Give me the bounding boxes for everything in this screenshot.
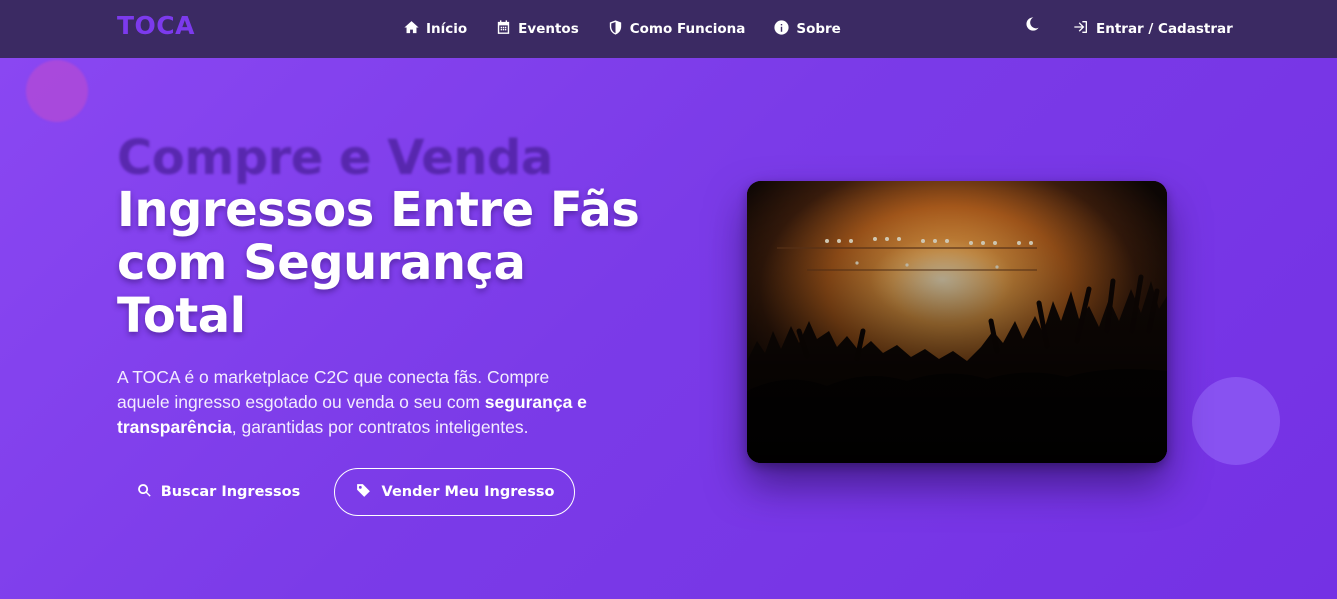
headline-line: Total — [117, 288, 246, 344]
nav-item-eventos[interactable]: Eventos — [495, 19, 579, 40]
concert-crowd-image — [747, 181, 1167, 463]
theme-toggle-button[interactable] — [1024, 16, 1042, 34]
info-icon — [773, 19, 790, 40]
search-tickets-button[interactable]: Buscar Ingressos — [117, 468, 319, 516]
search-tickets-label: Buscar Ingressos — [160, 484, 301, 500]
nav-item-sobre[interactable]: Sobre — [773, 19, 841, 40]
sell-ticket-button[interactable]: Vender Meu Ingresso — [334, 468, 575, 516]
sign-in-icon — [1073, 19, 1089, 39]
navbar: TOCA Início Eventos Como Funciona Sobre — [0, 0, 1337, 58]
nav-links: Início Eventos Como Funciona Sobre — [403, 0, 841, 58]
hero-headline-faded: Compre e Venda — [117, 130, 553, 186]
nav-item-label: Como Funciona — [629, 21, 746, 37]
login-label: Entrar / Cadastrar — [1096, 21, 1233, 37]
concert-illustration — [747, 181, 1167, 463]
login-button[interactable]: Entrar / Cadastrar — [1073, 0, 1233, 58]
nav-item-label: Início — [426, 21, 468, 37]
search-icon — [136, 482, 153, 503]
nav-item-como-funciona[interactable]: Como Funciona — [607, 19, 746, 40]
tag-icon — [355, 482, 372, 503]
decorative-blob — [26, 60, 88, 122]
hero-headline: Ingressos Entre Fãs com Segurança Total — [117, 184, 677, 343]
moon-icon — [1024, 17, 1040, 36]
headline-line: com Segurança — [117, 235, 526, 291]
sell-ticket-label: Vender Meu Ingresso — [381, 484, 555, 500]
brand-logo[interactable]: TOCA — [117, 11, 195, 40]
home-icon — [403, 19, 420, 40]
nav-item-label: Sobre — [796, 21, 841, 37]
hero-section: Compre e Venda Ingressos Entre Fãs com S… — [0, 58, 1337, 599]
calendar-icon — [495, 19, 512, 40]
decorative-blob — [1192, 377, 1280, 465]
hero-description: A TOCA é o marketplace C2C que conecta f… — [117, 365, 587, 440]
shield-icon — [607, 19, 624, 40]
lead-text: , garantidas por contratos inteligentes. — [231, 417, 529, 437]
nav-item-inicio[interactable]: Início — [403, 19, 467, 40]
headline-line: Ingressos Entre Fãs — [117, 182, 640, 238]
nav-item-label: Eventos — [518, 21, 579, 37]
